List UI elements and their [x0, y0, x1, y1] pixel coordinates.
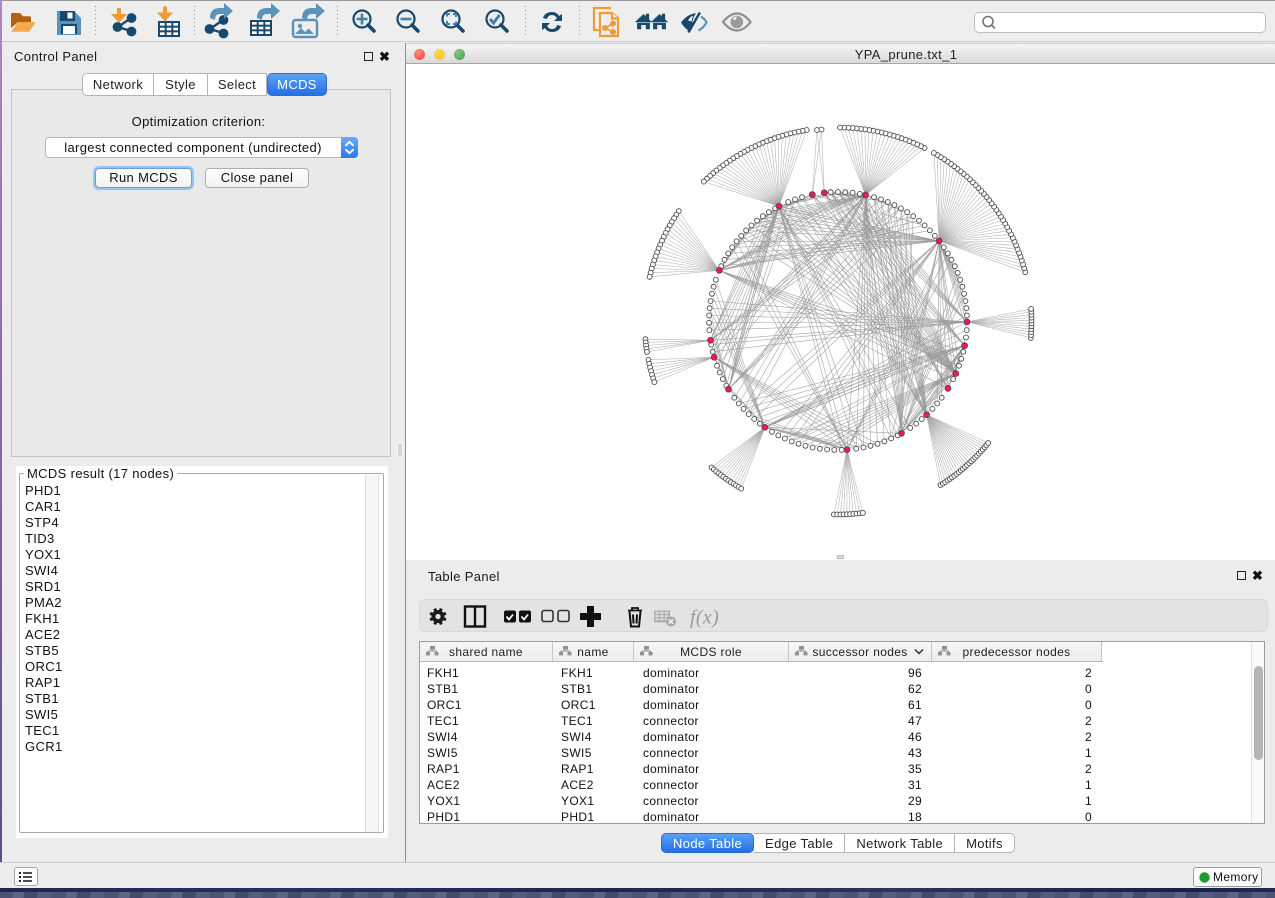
- svg-text:f(x): f(x): [690, 607, 719, 629]
